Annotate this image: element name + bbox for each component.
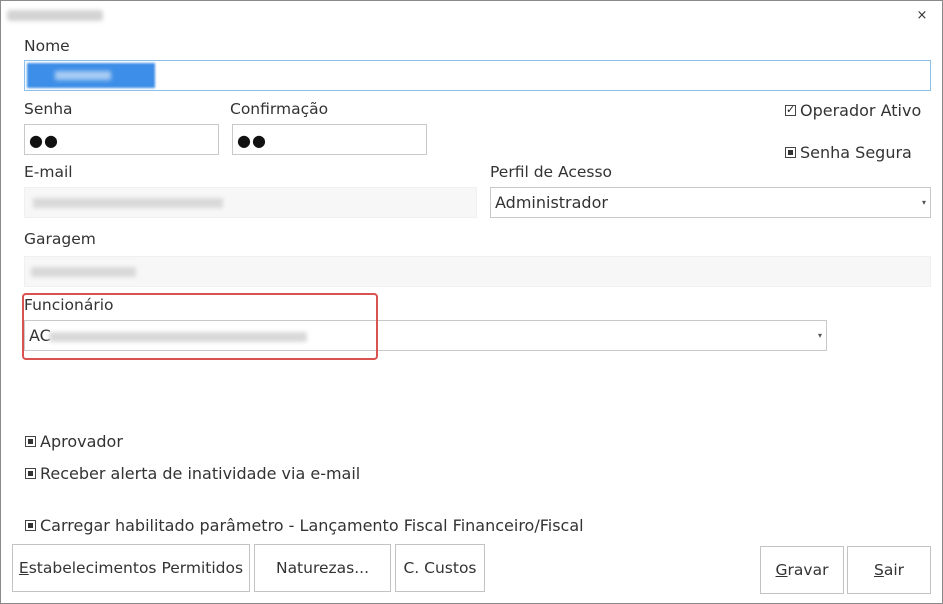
- garagem-select[interactable]: [24, 256, 931, 287]
- naturezas-button[interactable]: Naturezas...: [254, 544, 391, 592]
- carregar-habilitado-checkbox[interactable]: [25, 520, 36, 531]
- confirmacao-input[interactable]: ●●: [232, 124, 427, 155]
- sair-mnemonic: S: [873, 561, 884, 579]
- perfil-acesso-label: Perfil de Acesso: [490, 163, 613, 181]
- senha-label: Senha: [24, 100, 73, 118]
- aprovador-label: Aprovador: [40, 432, 123, 451]
- receber-alerta-checkbox[interactable]: [25, 468, 36, 479]
- window-title-redacted: [7, 10, 103, 21]
- nome-input[interactable]: [24, 60, 931, 91]
- operador-ativo-label: Operador Ativo: [800, 101, 922, 120]
- operador-ativo-checkbox[interactable]: [785, 103, 796, 116]
- sair-label: air: [883, 561, 905, 579]
- gravar-mnemonic: G: [775, 561, 788, 579]
- perfil-acesso-select[interactable]: Administrador ▾: [490, 187, 931, 218]
- senha-masked-value: ●●: [29, 131, 59, 150]
- aprovador-checkbox[interactable]: [25, 436, 36, 447]
- centro-custos-button[interactable]: C. Custos: [395, 544, 485, 592]
- gravar-button[interactable]: Gravar: [760, 546, 844, 594]
- close-icon[interactable]: ×: [913, 7, 931, 25]
- senha-segura-label: Senha Segura: [800, 143, 912, 162]
- email-input[interactable]: [24, 187, 477, 218]
- receber-alerta-label: Receber alerta de inatividade via e-mail: [40, 464, 361, 483]
- senha-segura-checkbox[interactable]: [785, 147, 796, 158]
- gravar-label: ravar: [787, 561, 829, 579]
- confirmacao-masked-value: ●●: [237, 131, 267, 150]
- carregar-habilitado-label: Carregar habilitado parâmetro - Lançamen…: [40, 516, 584, 535]
- estabelecimentos-label: stabelecimentos Permitidos: [28, 559, 244, 577]
- nome-label: Nome: [24, 37, 70, 55]
- confirmacao-label: Confirmação: [230, 100, 329, 118]
- email-redacted-value: [33, 198, 223, 208]
- nome-redacted-value: [55, 71, 111, 80]
- garagem-label: Garagem: [24, 230, 96, 248]
- perfil-acesso-value: Administrador: [495, 193, 608, 212]
- chevron-down-icon: ▾: [817, 331, 822, 340]
- chevron-down-icon: ▾: [921, 198, 926, 207]
- user-dialog: × Nome Senha ●● Confirmação ●● Operador …: [0, 0, 943, 604]
- email-label: E-mail: [24, 163, 73, 181]
- sair-button[interactable]: Sair: [847, 546, 931, 594]
- estabelecimentos-mnemonic: E: [18, 559, 29, 577]
- senha-input[interactable]: ●●: [24, 124, 219, 155]
- estabelecimentos-permitidos-button[interactable]: Estabelecimentos Permitidos: [12, 544, 250, 592]
- funcionario-highlight-box: [22, 293, 378, 360]
- garagem-redacted-value: [31, 267, 136, 277]
